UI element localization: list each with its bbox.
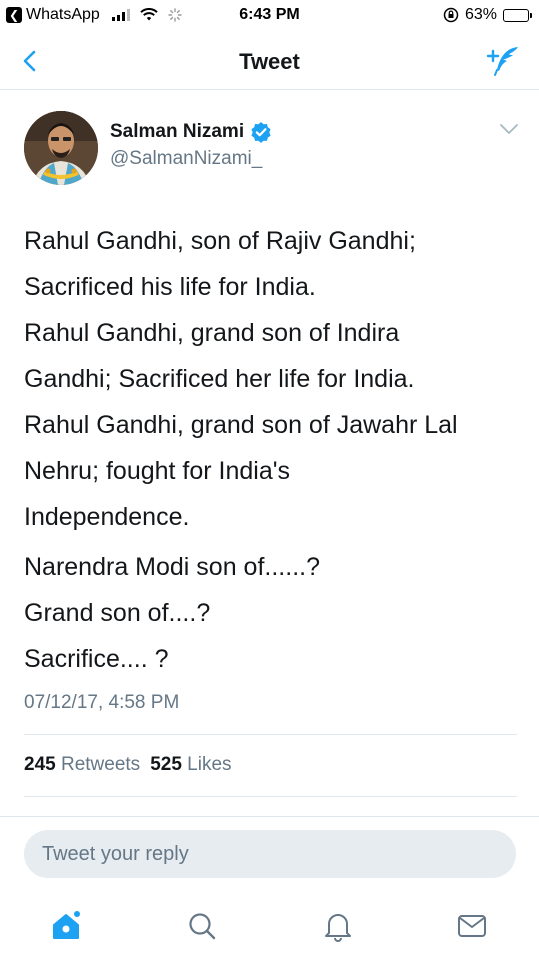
tab-bar: [0, 894, 539, 960]
divider: [24, 734, 517, 735]
search-icon[interactable]: [187, 911, 217, 941]
chevron-down-icon[interactable]: [499, 122, 519, 136]
tweet-stats: 245 Retweets 525 Likes: [24, 754, 232, 776]
tab-home[interactable]: [46, 906, 86, 946]
tweet-questions: Narendra Modi son of......? Grand son of…: [24, 544, 524, 682]
battery-percent: 63%: [464, 6, 497, 23]
reply-bar: Tweet your reply: [0, 816, 539, 894]
tweet-line: Narendra Modi son of......?: [24, 553, 320, 581]
status-bar: ❮ WhatsApp 6:43 PM 63%: [0, 0, 539, 34]
orientation-lock-icon: [443, 7, 459, 23]
tweet-text: Rahul Gandhi, son of Rajiv Gandhi; Sacri…: [24, 218, 524, 540]
tweet-line: Independence.: [24, 503, 190, 531]
tweet-line: Rahul Gandhi, son of Rajiv Gandhi;: [24, 227, 416, 255]
likes-stat[interactable]: 525 Likes: [150, 754, 231, 776]
author-name[interactable]: Salman Nizami: [110, 121, 272, 143]
divider: [24, 796, 517, 797]
tab-messages[interactable]: [452, 906, 492, 946]
likes-count[interactable]: 525: [150, 754, 182, 775]
messages-icon[interactable]: [456, 912, 488, 940]
compose-tweet-icon[interactable]: [485, 44, 521, 78]
page-title: Tweet: [239, 49, 300, 74]
retweets-label[interactable]: Retweets: [61, 754, 140, 775]
tweet-line: Gandhi; Sacrificed her life for India.: [24, 365, 415, 393]
tab-search[interactable]: [182, 906, 222, 946]
retweets-stat[interactable]: 245 Retweets: [24, 754, 140, 776]
tweet-line: Sacrifice.... ?: [24, 645, 169, 673]
battery-icon: [503, 8, 532, 22]
likes-label[interactable]: Likes: [187, 754, 231, 775]
reply-input[interactable]: Tweet your reply: [24, 830, 516, 878]
retweets-count[interactable]: 245: [24, 754, 56, 775]
verified-badge-icon: [251, 122, 271, 143]
avatar[interactable]: [24, 111, 98, 185]
notifications-icon[interactable]: [323, 910, 353, 942]
tab-notifications[interactable]: [318, 906, 358, 946]
tweet-line: Nehru; fought for India's: [24, 457, 291, 485]
tweet-line: Rahul Gandhi, grand son of Indira: [24, 319, 400, 347]
author-name-text[interactable]: Salman Nizami: [110, 121, 244, 143]
tweet-timestamp: 07/12/17, 4:58 PM: [24, 692, 180, 713]
tweet-line: Sacrificed his life for India.: [24, 273, 316, 301]
tweet-line: Rahul Gandhi, grand son of Jawahr Lal: [24, 411, 458, 439]
status-right: 63%: [443, 6, 532, 24]
author-handle[interactable]: @SalmanNizami_: [110, 148, 262, 170]
nav-bar: Tweet: [0, 34, 539, 90]
tweet-line: Grand son of....?: [24, 599, 211, 627]
avatar-image: [24, 111, 98, 185]
home-icon[interactable]: [50, 910, 82, 942]
